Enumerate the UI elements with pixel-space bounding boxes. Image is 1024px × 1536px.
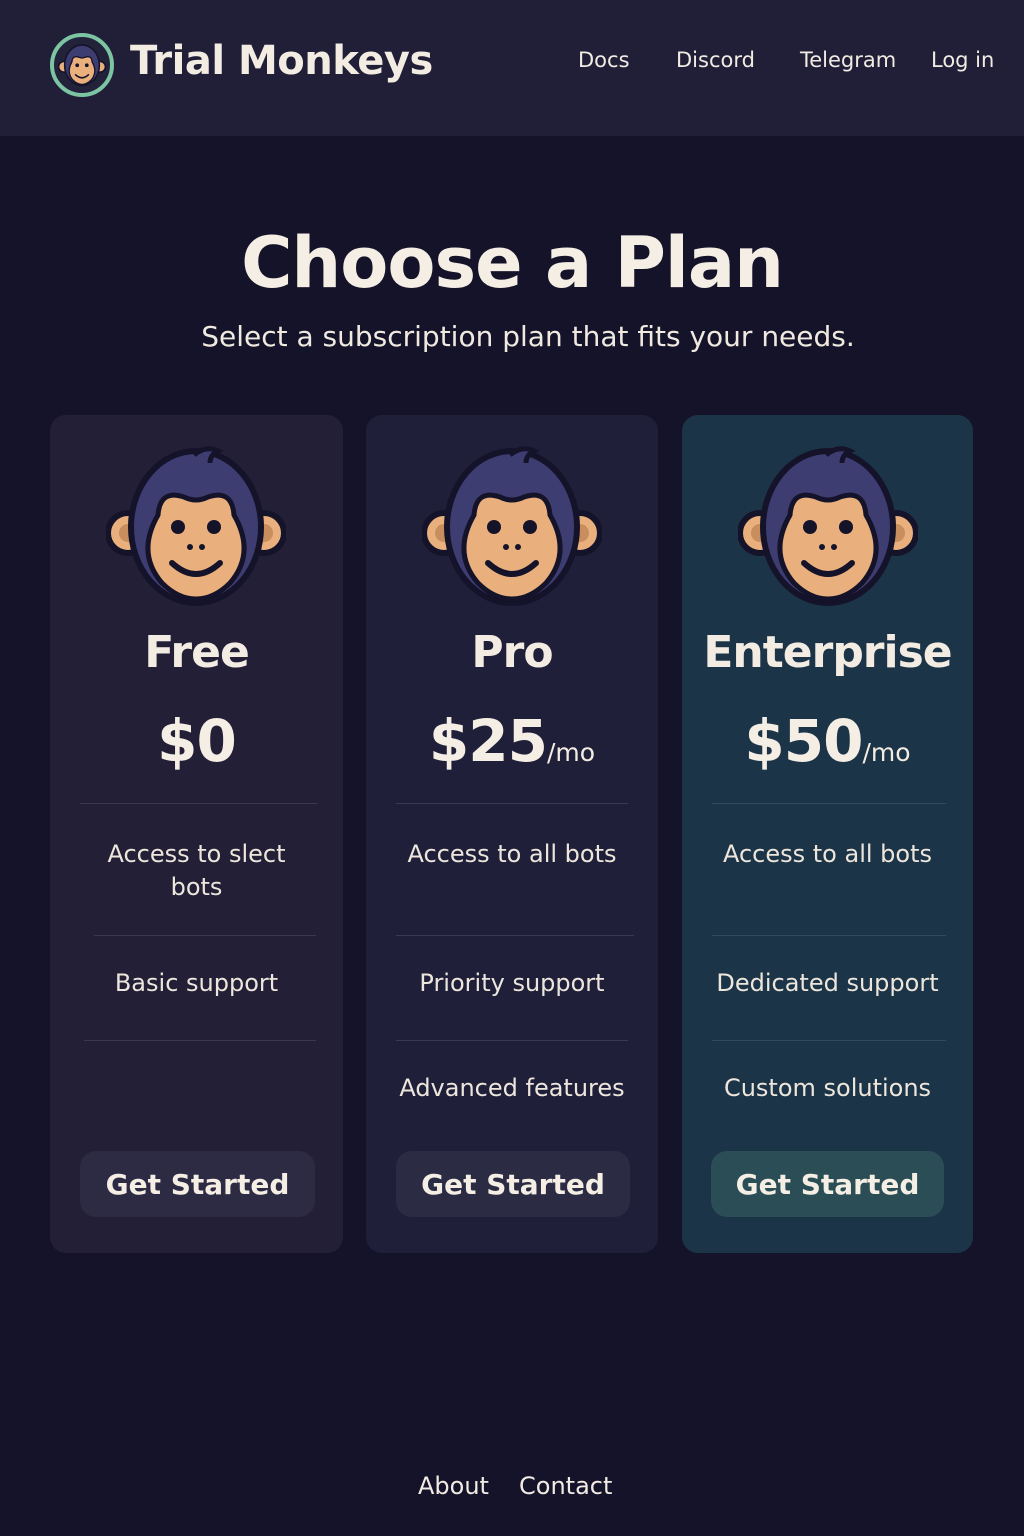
footer-about-link[interactable]: About: [418, 1472, 489, 1500]
divider: [396, 803, 628, 804]
divider: [80, 803, 318, 804]
plan-card-free: Free $0 Access to slect bots Basic suppo…: [50, 415, 343, 1253]
monkey-logo-icon[interactable]: [50, 33, 114, 97]
feature-item: Dedicated support: [716, 969, 939, 997]
brand-name[interactable]: Trial Monkeys: [130, 38, 433, 84]
price-amount: $25: [428, 707, 548, 775]
plan-card-pro: Pro $25/mo Access to all bots Priority s…: [366, 415, 658, 1253]
nav-docs-link[interactable]: Docs: [578, 48, 630, 72]
plan-card-enterprise: Enterprise $50/mo Access to all bots Ded…: [682, 415, 973, 1253]
price-period: /mo: [547, 738, 596, 767]
feature-item: Priority support: [419, 969, 605, 997]
top-navbar: Trial Monkeys Docs Discord Telegram Log …: [0, 0, 1024, 136]
feature-item: Access to all bots: [407, 840, 617, 868]
feature-item: Access to all bots: [722, 840, 932, 868]
monkey-icon: [738, 446, 918, 606]
divider: [712, 935, 946, 936]
price-period: /mo: [862, 738, 911, 767]
divider: [396, 935, 634, 936]
get-started-button[interactable]: Get Started: [396, 1151, 630, 1217]
plan-name: Free: [144, 627, 250, 678]
feature-item: Custom solutions: [723, 1074, 932, 1102]
divider: [712, 1040, 946, 1041]
plan-name: Enterprise: [703, 627, 952, 678]
plan-price: $0: [50, 707, 343, 775]
monkey-icon: [422, 446, 602, 606]
page-subtitle: Select a subscription plan that fits you…: [201, 320, 855, 353]
price-amount: $50: [744, 707, 863, 775]
get-started-button[interactable]: Get Started: [80, 1151, 315, 1217]
divider: [94, 935, 316, 936]
divider: [84, 1040, 316, 1041]
divider: [396, 1040, 628, 1041]
feature-item: Advanced features: [399, 1074, 625, 1102]
footer-contact-link[interactable]: Contact: [519, 1472, 612, 1500]
plan-price: $25/mo: [366, 707, 658, 775]
plan-name: Pro: [471, 627, 553, 678]
feature-item: Access to slect bots: [107, 840, 286, 901]
get-started-button[interactable]: Get Started: [711, 1151, 944, 1217]
price-amount: $0: [157, 707, 237, 775]
nav-login-link[interactable]: Log in: [931, 48, 994, 72]
plan-price: $50/mo: [682, 707, 973, 775]
nav-discord-link[interactable]: Discord: [676, 48, 755, 72]
page-title: Choose a Plan: [241, 222, 784, 304]
feature-item: Basic support: [114, 969, 279, 997]
nav-telegram-link[interactable]: Telegram: [800, 48, 896, 72]
monkey-icon: [106, 446, 286, 606]
divider: [712, 803, 946, 804]
